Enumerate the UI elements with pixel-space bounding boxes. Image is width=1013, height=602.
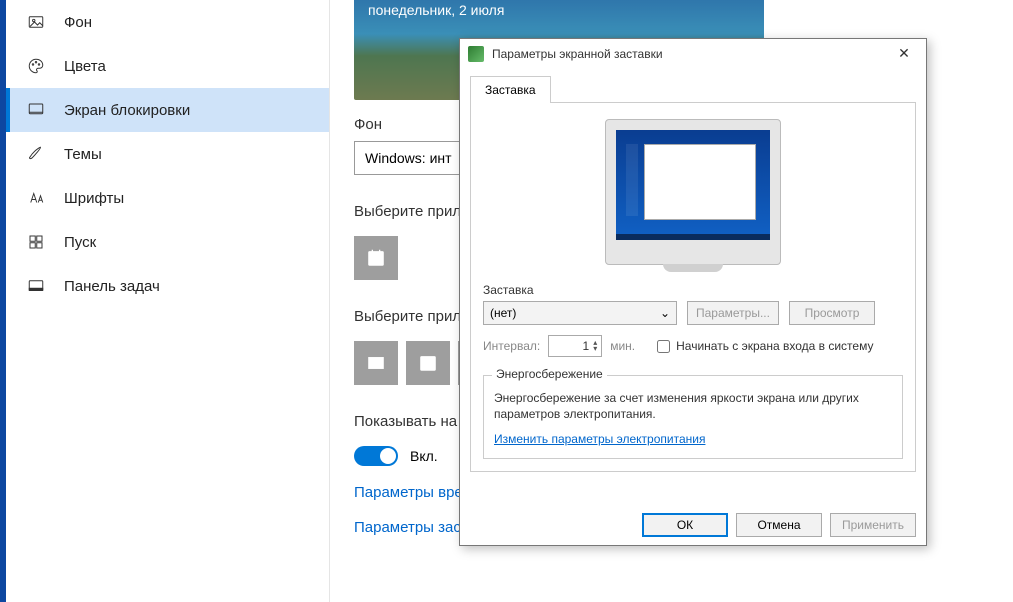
fun-toggle[interactable] [354, 446, 398, 466]
chevron-down-icon: ⌄ [660, 306, 670, 320]
resume-login-checkbox[interactable]: Начинать с экрана входа в систему [657, 339, 873, 353]
screensaver-controls: (нет) ⌄ Параметры... Просмотр [483, 301, 903, 325]
dialog-body: Заставка Заставка (нет) ⌄ Параметры... П… [460, 68, 926, 505]
interval-value: 1 [583, 339, 590, 353]
monitor-preview [605, 119, 781, 265]
resume-login-input[interactable] [657, 340, 670, 353]
screensaver-select-value: (нет) [490, 306, 516, 320]
picture-icon [26, 12, 46, 32]
sidebar-item-themes[interactable]: Темы [6, 132, 329, 176]
settings-sidebar: Фон Цвета Экран блокировки Темы Шрифты П… [6, 0, 330, 602]
calendar-app-tile[interactable] [354, 236, 398, 280]
tab-panel: Заставка (нет) ⌄ Параметры... Просмотр И… [470, 102, 916, 472]
power-settings-link[interactable]: Изменить параметры электропитания [494, 432, 705, 446]
fonts-icon [26, 188, 46, 208]
interval-unit: мин. [610, 339, 635, 353]
cancel-button[interactable]: Отмена [736, 513, 822, 537]
interval-stepper[interactable]: 1 ▴▾ [548, 335, 602, 357]
close-icon[interactable]: ✕ [890, 45, 918, 62]
sidebar-item-label: Панель задач [64, 278, 160, 295]
calendar-app-tile[interactable] [406, 341, 450, 385]
sidebar-item-colors[interactable]: Цвета [6, 44, 329, 88]
sidebar-item-label: Экран блокировки [64, 102, 190, 119]
sidebar-item-fonts[interactable]: Шрифты [6, 176, 329, 220]
sidebar-item-background[interactable]: Фон [6, 0, 329, 44]
energy-desc: Энергосбережение за счет изменения яркос… [494, 390, 892, 422]
preview-date: понедельник, 2 июля [368, 2, 504, 18]
mail-app-tile[interactable] [354, 341, 398, 385]
preview-button: Просмотр [789, 301, 875, 325]
screensaver-select[interactable]: (нет) ⌄ [483, 301, 677, 325]
background-dropdown-value: Windows: инт [365, 150, 452, 166]
sidebar-item-start[interactable]: Пуск [6, 220, 329, 264]
ok-button[interactable]: ОК [642, 513, 728, 537]
sidebar-item-taskbar[interactable]: Панель задач [6, 264, 329, 308]
dialog-buttons: ОК Отмена Применить [460, 505, 926, 545]
energy-group: Энергосбережение Энергосбережение за сче… [483, 375, 903, 459]
sidebar-item-label: Пуск [64, 234, 96, 251]
interval-row: Интервал: 1 ▴▾ мин. Начинать с экрана вх… [483, 335, 903, 357]
dialog-titlebar: Параметры экранной заставки ✕ [460, 39, 926, 68]
sidebar-item-label: Фон [64, 14, 92, 31]
params-button: Параметры... [687, 301, 779, 325]
brush-icon [26, 144, 46, 164]
tab-screensaver[interactable]: Заставка [470, 76, 551, 103]
energy-legend: Энергосбережение [492, 367, 607, 381]
apply-button: Применить [830, 513, 916, 537]
dialog-tabs: Заставка [470, 76, 916, 103]
screensaver-group-label: Заставка [483, 283, 903, 297]
screensaver-dialog: Параметры экранной заставки ✕ Заставка З… [459, 38, 927, 546]
interval-label: Интервал: [483, 339, 540, 353]
sidebar-item-lockscreen[interactable]: Экран блокировки [6, 88, 329, 132]
lockscreen-icon [26, 100, 46, 120]
palette-icon [26, 56, 46, 76]
toggle-label: Вкл. [410, 448, 438, 464]
screensaver-icon [468, 46, 484, 62]
taskbar-icon [26, 276, 46, 296]
stepper-arrows-icon: ▴▾ [593, 340, 597, 352]
sidebar-item-label: Темы [64, 146, 102, 163]
resume-login-label: Начинать с экрана входа в систему [676, 339, 873, 353]
dialog-title: Параметры экранной заставки [492, 47, 663, 61]
start-icon [26, 232, 46, 252]
sidebar-item-label: Шрифты [64, 190, 124, 207]
sidebar-item-label: Цвета [64, 58, 106, 75]
